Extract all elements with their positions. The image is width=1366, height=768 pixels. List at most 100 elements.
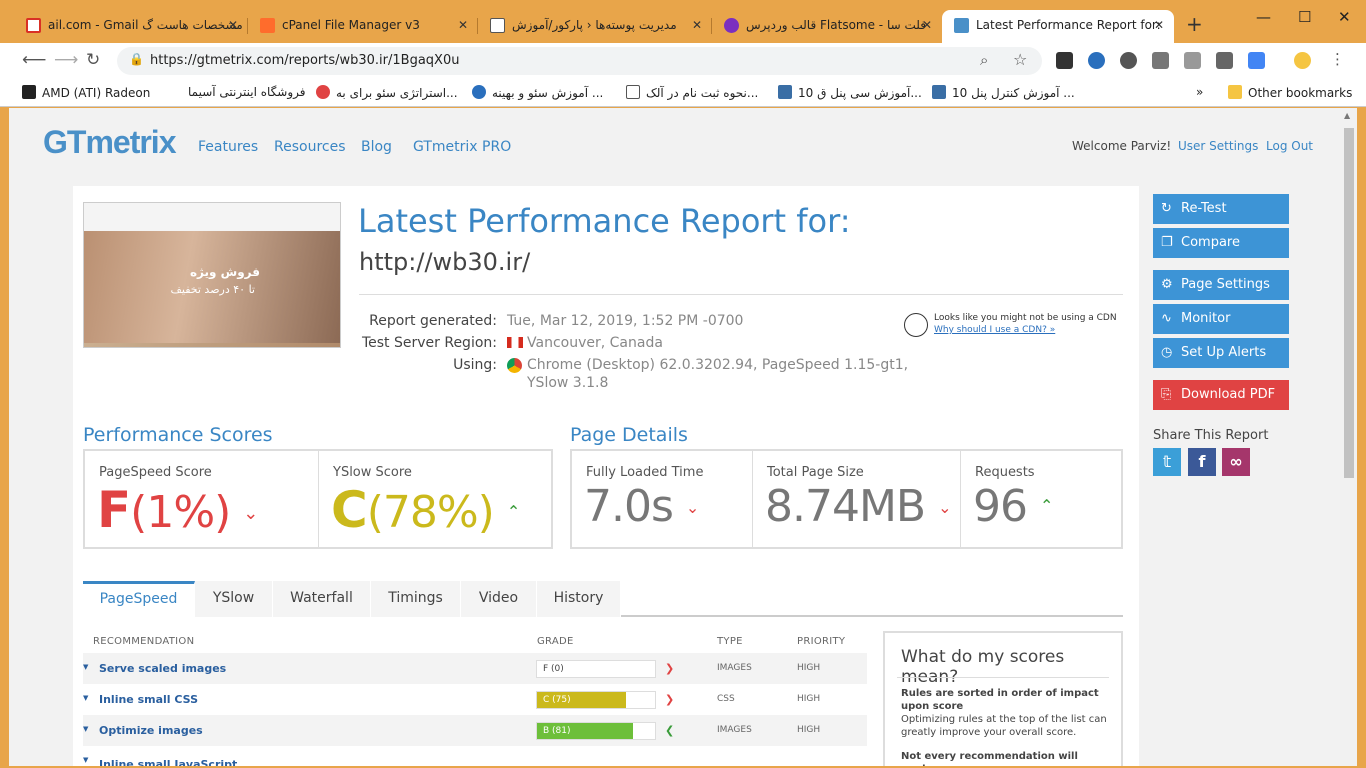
browser-tab-cpanel[interactable]: cPanel File Manager v3 ✕ xyxy=(248,10,478,43)
close-window-button[interactable]: ✕ xyxy=(1338,8,1351,26)
browser-tab-gmail[interactable]: ail.com - Gmail مشخصات هاست گ ✕ xyxy=(14,10,248,43)
back-icon[interactable]: ⟵ xyxy=(22,50,46,70)
twitter-icon[interactable]: 𝕥 xyxy=(1153,448,1181,476)
close-tab-icon[interactable]: ✕ xyxy=(228,10,238,41)
monitor-button[interactable]: ∿ Monitor xyxy=(1153,304,1289,334)
scroll-up-icon: ▲ xyxy=(1344,111,1351,120)
up-arrow-icon: ❮ xyxy=(665,724,675,737)
nav-resources[interactable]: Resources xyxy=(274,139,346,155)
tab-timings[interactable]: Timings xyxy=(371,581,461,617)
bookmark-item[interactable]: 10 آموزش سی پنل ق... xyxy=(778,85,922,100)
gtmetrix-logo[interactable]: GTmetrix xyxy=(43,124,176,161)
avatar[interactable] xyxy=(1294,52,1311,69)
url-text[interactable]: https://gtmetrix.com/reports/wb30.ir/1Bg… xyxy=(150,53,459,68)
nav-features[interactable]: Features xyxy=(198,139,258,155)
bookmark-item[interactable]: 10 آموزش کنترل پنل ... xyxy=(932,85,1075,100)
bookmark-item[interactable]: نحوه ثبت نام در آلک... xyxy=(626,85,758,100)
extension-icon[interactable] xyxy=(1184,52,1201,69)
pagespeed-score: PageSpeed Score F(1%) ⌄ xyxy=(85,451,319,547)
caret-down-icon: ▼ xyxy=(83,663,89,671)
browser-tab-posts[interactable]: مدیریت پوسته‌ها ‹ پارکور/آموزش ✕ xyxy=(478,10,712,43)
tab-pagespeed[interactable]: PageSpeed xyxy=(83,581,195,617)
grade-bar: B (81) xyxy=(536,722,656,740)
close-tab-icon[interactable]: ✕ xyxy=(922,10,932,41)
canada-flag-icon xyxy=(507,337,523,348)
close-tab-icon[interactable]: ✕ xyxy=(1154,10,1164,41)
forward-icon[interactable]: ⟶ xyxy=(54,50,78,70)
table-row[interactable]: ▼ Inline small CSS C (75) ❯ CSS HIGH xyxy=(83,684,867,715)
total-page-size: Total Page Size 8.74MB ⌄ xyxy=(753,451,961,547)
pdf-icon: ⎘ xyxy=(1161,387,1172,402)
nav-gtmetrix-pro[interactable]: GTmetrix PRO xyxy=(413,139,511,155)
meta-label: Test Server Region: xyxy=(361,335,497,351)
scores-help-box: What do my scores mean? Rules are sorted… xyxy=(883,631,1123,766)
flatsome-icon xyxy=(724,18,739,33)
bookmark-folder[interactable]: Other bookmarks xyxy=(1228,85,1352,100)
table-row[interactable]: ▼ Inline small JavaScript xyxy=(83,746,867,766)
more-bookmarks-button[interactable]: » xyxy=(1196,85,1203,99)
download-pdf-button[interactable]: ⎘ Download PDF xyxy=(1153,380,1289,410)
close-tab-icon[interactable]: ✕ xyxy=(692,10,702,41)
facebook-icon[interactable]: f xyxy=(1188,448,1216,476)
retest-button[interactable]: ↻ Re-Test xyxy=(1153,194,1289,224)
tab-yslow[interactable]: YSlow xyxy=(195,581,273,617)
page-icon xyxy=(490,18,505,33)
extension-icon[interactable] xyxy=(1056,52,1073,69)
report-url: http://wb30.ir/ xyxy=(359,248,531,276)
logout-link[interactable]: Log Out xyxy=(1266,139,1313,153)
table-row[interactable]: ▼ Optimize images B (81) ❮ IMAGES HIGH xyxy=(83,715,867,746)
page-viewport: GTmetrix Features Resources Blog GTmetri… xyxy=(9,108,1340,766)
page-scrollbar[interactable]: ▲ xyxy=(1340,108,1357,766)
browser-tab-gtmetrix[interactable]: Latest Performance Report for: ✕ xyxy=(942,10,1174,43)
bookmark-item[interactable]: AMD (ATI) Radeon xyxy=(22,85,150,100)
cdn-link[interactable]: Why should I use a CDN? » xyxy=(934,325,1055,335)
reload-icon[interactable]: ↻ xyxy=(86,50,100,70)
globe-icon xyxy=(904,313,928,337)
link-icon[interactable]: ∞ xyxy=(1222,448,1250,476)
clock-icon: ◷ xyxy=(1161,345,1173,360)
user-settings-link[interactable]: User Settings xyxy=(1178,139,1258,153)
table-row[interactable]: ▼ Serve scaled images F (0) ❯ IMAGES HIG… xyxy=(83,653,867,684)
caret-down-icon: ▼ xyxy=(83,694,89,702)
scores-help-title: What do my scores mean? xyxy=(901,647,1065,687)
extension-icon[interactable] xyxy=(1152,52,1169,69)
translate-icon[interactable] xyxy=(1248,52,1265,69)
compare-button[interactable]: ❐ Compare xyxy=(1153,228,1289,258)
address-bar[interactable]: 🔒 https://gtmetrix.com/reports/wb30.ir/1… xyxy=(117,47,1042,75)
caret-down-icon: ▼ xyxy=(83,756,89,764)
meta-value: Tue, Mar 12, 2019, 1:52 PM -0700 xyxy=(507,313,744,329)
extension-icon[interactable] xyxy=(1216,52,1233,69)
close-tab-icon[interactable]: ✕ xyxy=(458,10,468,41)
page-settings-button[interactable]: ⚙ Page Settings xyxy=(1153,270,1289,300)
browser-tab-flatsome[interactable]: قالب وردپرس Flatsome - فلت سا ✕ xyxy=(712,10,942,43)
yslow-score: YSlow Score C(78%) ⌃ xyxy=(319,451,551,547)
up-arrow-icon: ⌃ xyxy=(506,502,520,521)
col-grade: GRADE xyxy=(537,636,574,647)
nav-blog[interactable]: Blog xyxy=(361,139,392,155)
gmail-icon xyxy=(26,18,41,33)
set-up-alerts-button[interactable]: ◷ Set Up Alerts xyxy=(1153,338,1289,368)
bookmarks-bar: AMD (ATI) Radeon فروشگاه اینترنتی آسیما … xyxy=(0,79,1366,107)
meta-value: Chrome (Desktop) 62.0.3202.94, PageSpeed… xyxy=(527,357,909,373)
bookmark-item[interactable]: آموزش سئو و بهینه ... xyxy=(472,85,603,100)
tab-waterfall[interactable]: Waterfall xyxy=(273,581,371,617)
maximize-button[interactable]: ☐ xyxy=(1298,8,1311,26)
extension-icon[interactable] xyxy=(1120,52,1137,69)
tab-strip: ail.com - Gmail مشخصات هاست گ ✕ cPanel F… xyxy=(0,0,1366,43)
bookmark-item[interactable]: فروشگاه اینترنتی آسیما xyxy=(188,85,306,99)
scrollbar-thumb[interactable] xyxy=(1344,128,1354,478)
bookmark-item[interactable]: استراتژی سئو برای به... xyxy=(316,85,458,100)
new-tab-button[interactable]: + xyxy=(1186,12,1203,36)
tab-history[interactable]: History xyxy=(537,581,621,617)
minimize-button[interactable]: — xyxy=(1256,8,1271,26)
zoom-icon[interactable]: ⌕ xyxy=(980,51,988,69)
compare-icon: ❐ xyxy=(1161,235,1173,250)
up-arrow-icon: ⌃ xyxy=(1040,496,1053,515)
bookmark-star-icon[interactable]: ☆ xyxy=(1013,50,1027,69)
extension-icon[interactable] xyxy=(1088,52,1105,69)
menu-icon[interactable]: ⋮ xyxy=(1330,50,1345,68)
meta-value: Vancouver, Canada xyxy=(527,335,663,351)
tab-video[interactable]: Video xyxy=(461,581,537,617)
down-arrow-icon: ⌄ xyxy=(243,503,258,524)
refresh-icon: ↻ xyxy=(1161,201,1172,216)
